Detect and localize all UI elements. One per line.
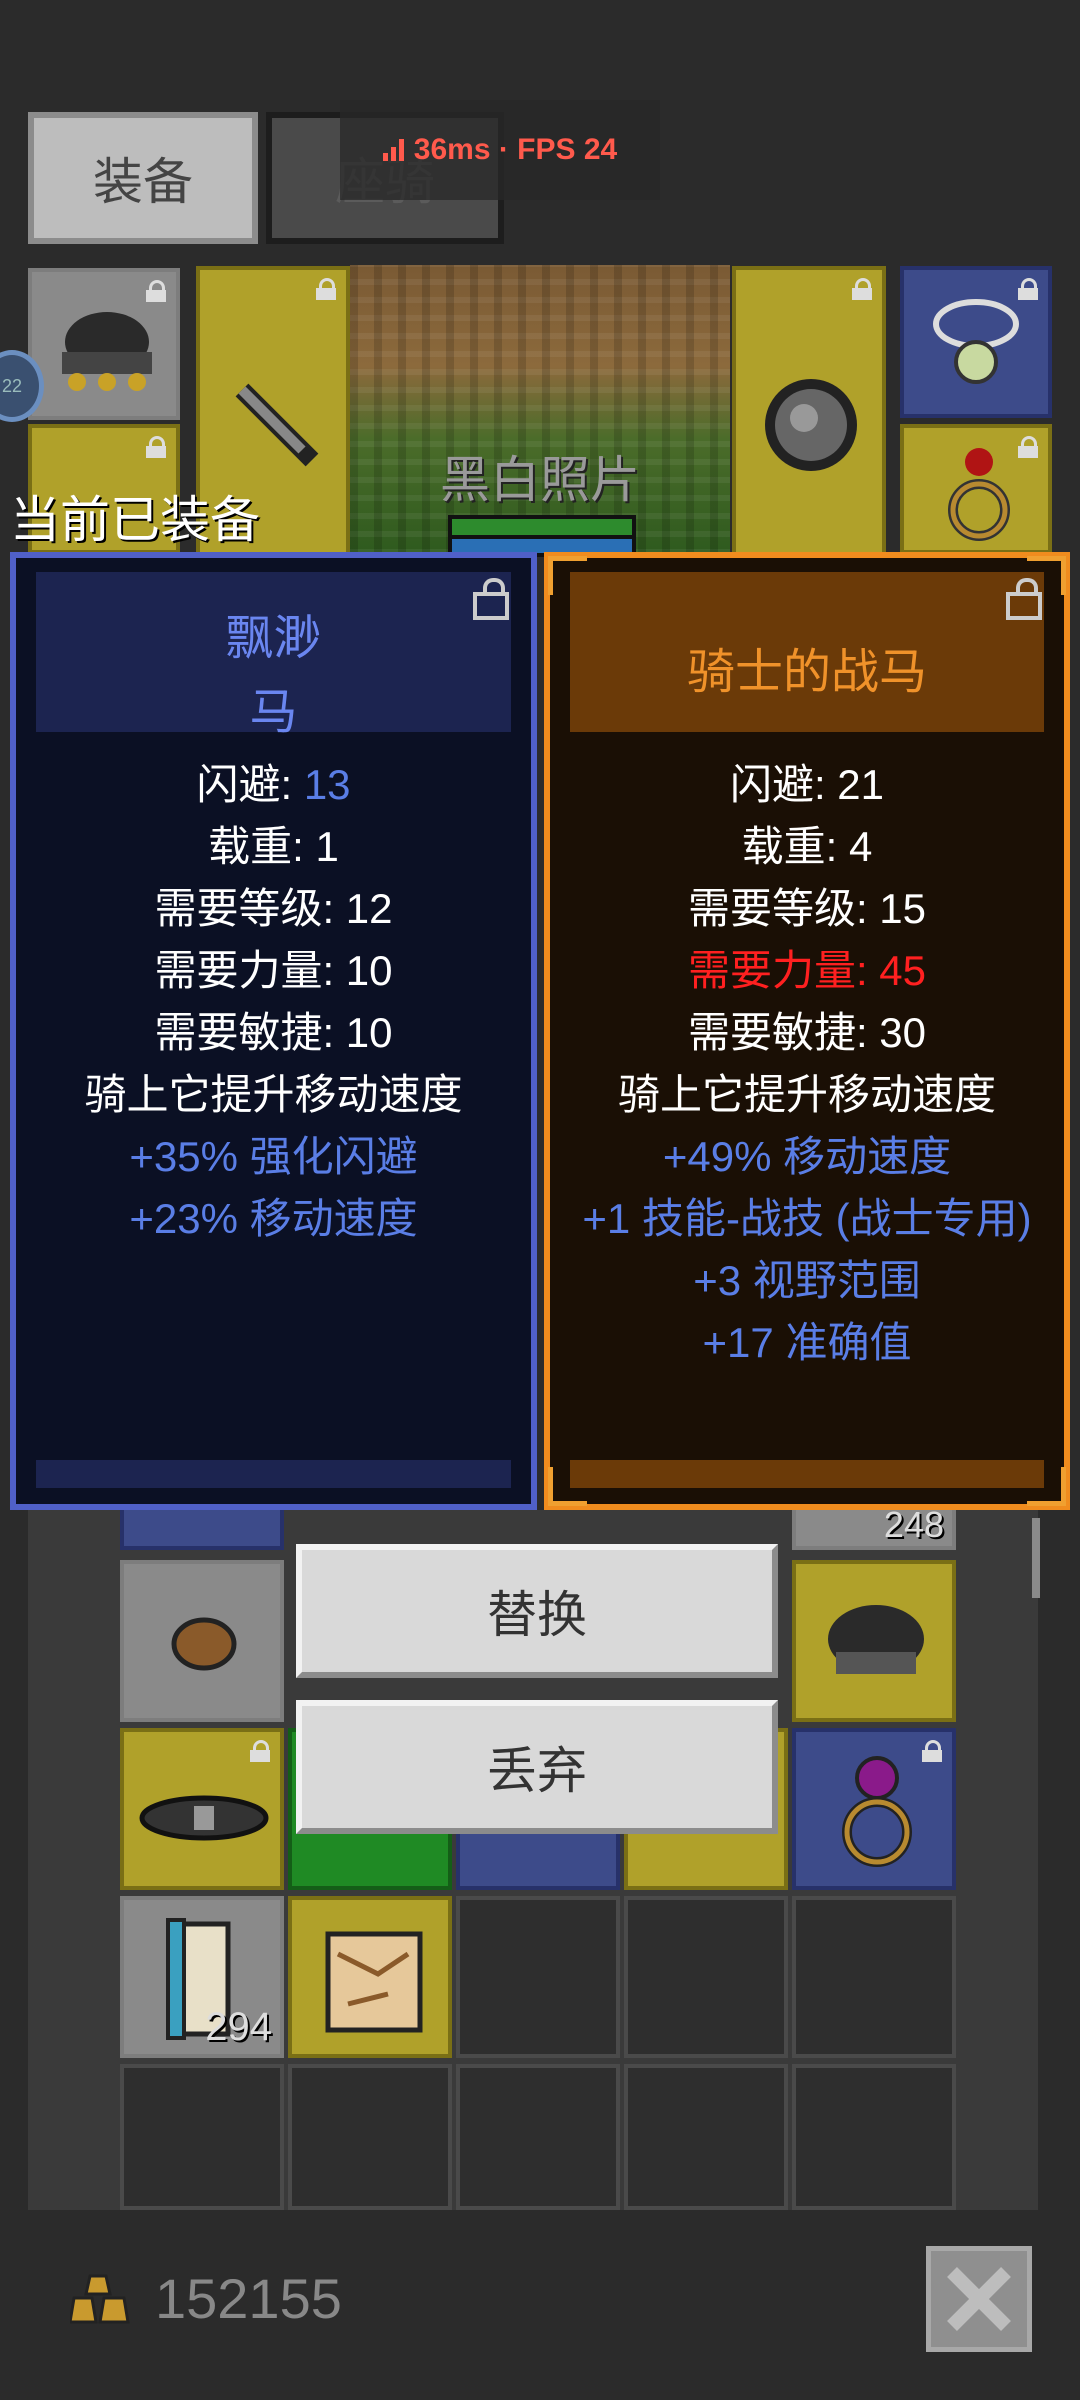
stat-req-agility: 需要敏捷: 30 bbox=[687, 1009, 927, 1056]
inventory-slot[interactable] bbox=[120, 1560, 284, 1722]
weapon-icon bbox=[235, 383, 319, 467]
stat-req-level: 需要等级: 15 bbox=[687, 885, 927, 932]
stat-req-level: 需要等级: 12 bbox=[154, 885, 393, 932]
inventory-slot[interactable] bbox=[792, 1896, 956, 2058]
character-name: 黑白照片 bbox=[440, 452, 640, 508]
inventory-slot[interactable] bbox=[792, 1560, 956, 1722]
inventory-slot[interactable] bbox=[120, 2064, 284, 2210]
inventory-slot[interactable] bbox=[288, 1896, 452, 2058]
lock-icon bbox=[922, 1740, 942, 1762]
item-count: 294 bbox=[205, 2005, 272, 2049]
gold-coins-icon bbox=[70, 2274, 130, 2324]
affix: +49% 移动速度 bbox=[662, 1133, 952, 1180]
current-item-stats: 闪避: 13 载重: 1 需要等级: 12 需要力量: 10 需要敏捷: 10 … bbox=[16, 754, 531, 1250]
stat-description: 骑上它提升移动速度 bbox=[84, 1071, 463, 1118]
inventory-slot[interactable] bbox=[456, 2064, 620, 2210]
stat-dodge: 闪避: 21 bbox=[729, 761, 885, 808]
shield-icon bbox=[765, 379, 857, 471]
lock-icon bbox=[852, 278, 872, 300]
stat-load: 载重: 4 bbox=[741, 823, 873, 870]
inventory-slot[interactable] bbox=[288, 2064, 452, 2210]
stat-dodge: 闪避: 13 bbox=[196, 761, 351, 808]
unlock-icon[interactable] bbox=[1002, 578, 1042, 620]
tab-equipment-label: 装备 bbox=[93, 154, 193, 210]
new-item-panel: 骑士的战马 闪避: 21 载重: 4 需要等级: 15 需要力量: 45 需要敏… bbox=[544, 552, 1070, 1510]
amulet-slot[interactable] bbox=[900, 266, 1052, 418]
inventory-slot[interactable] bbox=[792, 1728, 956, 1890]
close-icon bbox=[947, 2267, 1011, 2331]
stat-description: 骑上它提升移动速度 bbox=[617, 1071, 996, 1118]
current-item-title-line2: 马 bbox=[249, 686, 298, 739]
current-item-panel: 飘渺 马 闪避: 13 载重: 1 需要等级: 12 需要力量: 10 需要敏捷… bbox=[10, 552, 537, 1510]
fps-text: 36ms · FPS 24 bbox=[413, 133, 618, 166]
helmet-icon bbox=[828, 1605, 924, 1674]
stat-load: 载重: 1 bbox=[208, 823, 339, 870]
ring-slot[interactable] bbox=[900, 424, 1052, 554]
affix: +3 视野范围 bbox=[693, 1257, 921, 1304]
stat-req-agility: 需要敏捷: 10 bbox=[154, 1009, 393, 1056]
belt-icon bbox=[139, 1795, 269, 1841]
discard-button-label: 丢弃 bbox=[487, 1743, 587, 1799]
ring-icon bbox=[948, 448, 1010, 541]
current-item-title-line1: 飘渺 bbox=[225, 612, 322, 665]
inventory-slot[interactable] bbox=[624, 2064, 788, 2210]
inventory-slot[interactable] bbox=[456, 1896, 620, 2058]
replace-button[interactable]: 替换 bbox=[296, 1544, 778, 1678]
map-icon bbox=[325, 1931, 423, 2033]
discard-button[interactable]: 丢弃 bbox=[296, 1700, 778, 1834]
amulet-icon bbox=[933, 299, 1019, 384]
shield-slot[interactable] bbox=[732, 266, 886, 556]
replace-button-label: 替换 bbox=[487, 1587, 587, 1643]
ring-icon bbox=[842, 1756, 912, 1867]
inventory-slot[interactable] bbox=[792, 2064, 956, 2210]
affix: +23% 移动速度 bbox=[129, 1195, 418, 1242]
stat-req-strength: 需要力量: 45 bbox=[687, 947, 927, 994]
tab-equipment[interactable]: 装备 bbox=[28, 112, 258, 244]
new-item-stats: 闪避: 21 载重: 4 需要等级: 15 需要力量: 45 需要敏捷: 30 … bbox=[550, 754, 1064, 1374]
inventory-slot[interactable] bbox=[120, 1728, 284, 1890]
close-button[interactable] bbox=[926, 2246, 1032, 2352]
affix: +35% 强化闪避 bbox=[129, 1133, 418, 1180]
fps-overlay: 36ms · FPS 24 bbox=[340, 100, 660, 200]
affix: +1 技能-战技 (战士专用) bbox=[582, 1195, 1032, 1242]
inventory-slot[interactable] bbox=[624, 1896, 788, 2058]
lock-icon bbox=[146, 436, 166, 458]
inventory-slot[interactable]: 294 bbox=[120, 1896, 284, 2058]
stat-req-strength: 需要力量: 10 bbox=[154, 947, 393, 994]
affix: +17 准确值 bbox=[702, 1319, 912, 1366]
corner-ornament bbox=[548, 556, 587, 595]
new-item-title: 骑士的战马 bbox=[686, 646, 927, 699]
equipped-label: 当前已装备 bbox=[10, 492, 260, 548]
avatar-badge: 22 bbox=[1, 375, 23, 396]
lock-icon bbox=[316, 278, 336, 300]
ore-icon bbox=[171, 1617, 237, 1671]
signal-icon bbox=[382, 139, 404, 161]
item-count: 248 bbox=[883, 1504, 944, 1545]
gold-amount: 152155 bbox=[155, 2267, 342, 2330]
lock-icon bbox=[250, 1740, 270, 1762]
helmet-icon bbox=[62, 312, 152, 391]
helmet-slot[interactable] bbox=[28, 268, 180, 420]
inventory-scrollbar[interactable] bbox=[1032, 1518, 1040, 1598]
